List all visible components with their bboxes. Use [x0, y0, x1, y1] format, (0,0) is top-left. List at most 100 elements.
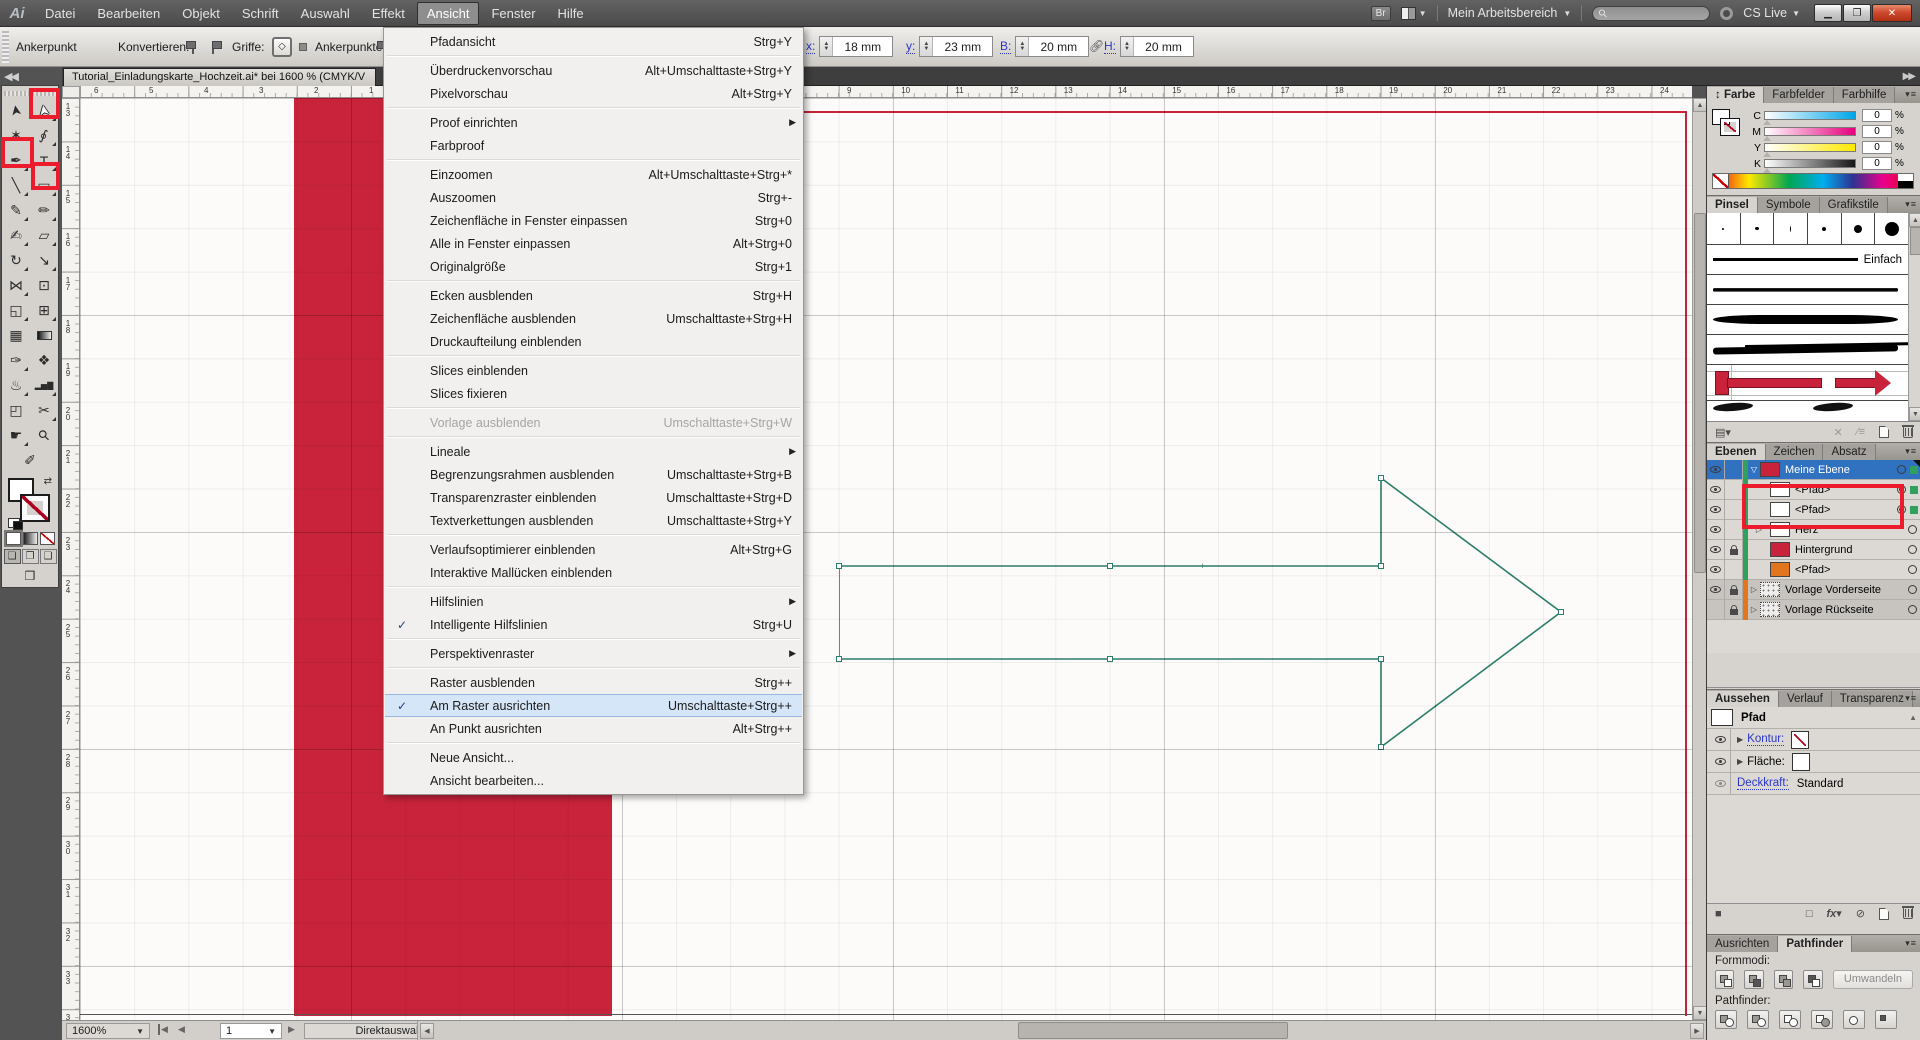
lock-icon[interactable] [1730, 549, 1738, 555]
layer-row-meine-ebene[interactable]: ▽Meine Ebene [1707, 460, 1920, 480]
pencil-tool[interactable]: ✏ [30, 198, 58, 223]
menu-item-am-raster-ausrichten[interactable]: ✓Am Raster ausrichtenUmschalttaste+Strg+… [385, 694, 802, 717]
layer-row-vorlage-vorderseite[interactable]: ▷Vorlage Vorderseite [1707, 580, 1920, 600]
menu-item-interaktive-mallücken-einblenden[interactable]: Interaktive Mallücken einblenden [385, 561, 802, 584]
scroll-up-arrow[interactable]: ▲ [1909, 713, 1917, 722]
scroll-right-arrow[interactable]: ▶ [1690, 1023, 1704, 1039]
aussehen-tab-transparenz[interactable]: Transparenz [1832, 691, 1913, 707]
divide-button[interactable] [1715, 1010, 1737, 1029]
unite-button[interactable] [1715, 970, 1734, 989]
menu-item-transparenzraster-einblenden[interactable]: Transparenzraster einblendenUmschalttast… [385, 486, 802, 509]
lock-icon[interactable] [1730, 609, 1738, 615]
pinsel-tab-grafikstile[interactable]: Grafikstile [1820, 197, 1888, 213]
shape-builder-tool[interactable]: ◱ [2, 298, 30, 323]
trim-button[interactable] [1747, 1010, 1769, 1029]
opacity-attribute-row[interactable]: Deckkraft: Standard [1707, 773, 1920, 795]
menu-item-farbproof[interactable]: Farbproof [385, 134, 802, 157]
menu-fenster[interactable]: Fenster [481, 2, 545, 25]
mesh-tool[interactable]: ▦ [2, 323, 30, 348]
menu-item-originalgröße[interactable]: OriginalgrößeStrg+1 [385, 255, 802, 278]
workspace-switcher[interactable]: Mein Arbeitsbereich ▼ [1448, 6, 1572, 20]
column-graph-tool[interactable]: ▂▅▇ [30, 373, 58, 398]
pinsel-panel-menu-icon[interactable]: ▾≡ [1905, 199, 1917, 210]
anchor-point[interactable] [836, 656, 842, 662]
expand-arrow-icon[interactable]: ▶ [1737, 735, 1743, 744]
pinsel-tab-symbole[interactable]: Symbole [1758, 197, 1820, 213]
target-circle[interactable] [1908, 585, 1917, 594]
vertical-ruler[interactable]: 1314151617181920212223242526272829303132… [62, 98, 80, 1020]
anchor-point[interactable] [1378, 563, 1384, 569]
zoom-tool[interactable]: ⚲ [30, 423, 58, 448]
new-brush-icon[interactable] [1879, 426, 1889, 438]
menu-item-perspektivenraster[interactable]: Perspektivenraster▶ [385, 642, 802, 665]
anchor-point[interactable] [1378, 656, 1384, 662]
expand-triangle-icon[interactable]: ▷ [1748, 605, 1760, 614]
target-circle[interactable] [1897, 465, 1906, 474]
scroll-left-arrow[interactable]: ◀ [420, 1023, 434, 1039]
none-button[interactable] [40, 532, 55, 545]
visibility-eye-icon[interactable] [1715, 758, 1726, 765]
visibility-eye-icon[interactable] [1715, 736, 1726, 743]
layer-row--pfad-[interactable]: <Pfad> [1707, 560, 1920, 580]
field-stepper[interactable]: ▲▼ [920, 37, 933, 56]
menu-item-auszoomen[interactable]: AuszoomenStrg+- [385, 186, 802, 209]
blend-tool[interactable]: ❖ [30, 348, 58, 373]
ebenen-tab-ebenen[interactable]: Ebenen [1707, 444, 1766, 460]
slice-tool[interactable]: ✂ [30, 398, 58, 423]
expand-triangle-icon[interactable]: ▷ [1748, 585, 1760, 594]
menu-item-zeichenfläche-ausblenden[interactable]: Zeichenfläche ausblendenUmschalttaste+St… [385, 307, 802, 330]
visibility-eye-icon[interactable] [1710, 466, 1721, 473]
farbe-tab-farbe[interactable]: ↕ Farbe [1707, 87, 1764, 103]
lock-cell[interactable] [1725, 560, 1743, 580]
show-handles-button[interactable]: ◇ [272, 37, 292, 57]
menu-item-überdruckenvorschau[interactable]: ÜberdruckenvorschauAlt+Umschalttaste+Str… [385, 59, 802, 82]
field-stepper[interactable]: ▲▼ [820, 37, 833, 56]
menu-item-zeichenfläche-in-fenster-einpassen[interactable]: Zeichenfläche in Fenster einpassenStrg+0 [385, 209, 802, 232]
line-tool[interactable]: ╲ [2, 173, 30, 198]
menu-item-intelligente-hilfslinien[interactable]: ✓Intelligente HilfslinienStrg+U [385, 613, 802, 636]
pathfinder-panel-menu-icon[interactable]: ▾≡ [1905, 938, 1917, 949]
scroll-down-arrow[interactable]: ▼ [1693, 1006, 1707, 1020]
visibility-cell[interactable] [1707, 480, 1725, 500]
channel-slider[interactable] [1764, 159, 1856, 168]
brush-row-rough[interactable] [1707, 275, 1908, 305]
vertical-scrollbar[interactable]: ▲ ▼ [1692, 98, 1706, 1020]
fill-color-swatch[interactable] [1793, 754, 1809, 770]
field-input[interactable]: ▲▼20 mm [1015, 36, 1089, 57]
horizontal-scroll-thumb[interactable] [1018, 1022, 1288, 1039]
eraser-tool[interactable]: ▱ [30, 223, 58, 248]
selection-tool[interactable]: ➤ [2, 98, 30, 123]
field-input[interactable]: ▲▼20 mm [1120, 36, 1194, 57]
menu-item-neue-ansicht-[interactable]: Neue Ansicht... [385, 746, 802, 769]
convert-to-corner-icon[interactable] [186, 41, 200, 54]
menu-hilfe[interactable]: Hilfe [548, 2, 594, 25]
farbe-panel-menu-icon[interactable]: ▾≡ [1905, 89, 1917, 100]
paintbrush-tool[interactable]: ✎ [2, 198, 30, 223]
menu-effekt[interactable]: Effekt [362, 2, 415, 25]
scroll-down-arrow[interactable]: ▼ [1909, 407, 1920, 421]
farbe-tab-farbhilfe[interactable]: Farbhilfe [1834, 87, 1896, 103]
brush-row-einfach[interactable]: Einfach [1707, 245, 1908, 275]
rotate-tool[interactable]: ↻ [2, 248, 30, 273]
outline-button[interactable] [1843, 1010, 1865, 1029]
minus-front-button[interactable] [1744, 970, 1763, 989]
fill-attribute-row[interactable]: ▶ Fläche: [1707, 751, 1920, 773]
field-stepper[interactable]: ▲▼ [1121, 37, 1134, 56]
visibility-eye-icon[interactable] [1710, 506, 1721, 513]
lock-cell[interactable] [1725, 480, 1743, 500]
calligraphic-brush-row[interactable] [1707, 213, 1908, 245]
previous-artboard-button[interactable]: ◀ [178, 1024, 185, 1035]
pathfinder-tab-ausrichten[interactable]: Ausrichten [1707, 936, 1778, 952]
horizontal-scrollbar[interactable]: ◀ ▶ [417, 1021, 1706, 1040]
anchor-point[interactable] [1107, 563, 1113, 569]
fill-stroke-proxy[interactable] [1712, 109, 1746, 139]
visibility-eye-icon[interactable] [1710, 586, 1721, 593]
document-tab[interactable]: Tutorial_Einladungskarte_Hochzeit.ai* be… [63, 68, 376, 86]
color-button[interactable] [6, 532, 21, 545]
visibility-eye-icon[interactable] [1715, 780, 1726, 787]
lasso-tool[interactable]: ∮ [30, 123, 58, 148]
zoom-level-select[interactable]: 1600% ▼ [66, 1023, 150, 1039]
menu-schrift[interactable]: Schrift [232, 2, 289, 25]
menu-item-proof-einrichten[interactable]: Proof einrichten▶ [385, 111, 802, 134]
pencil-tool-2[interactable]: ✐ [16, 448, 44, 473]
